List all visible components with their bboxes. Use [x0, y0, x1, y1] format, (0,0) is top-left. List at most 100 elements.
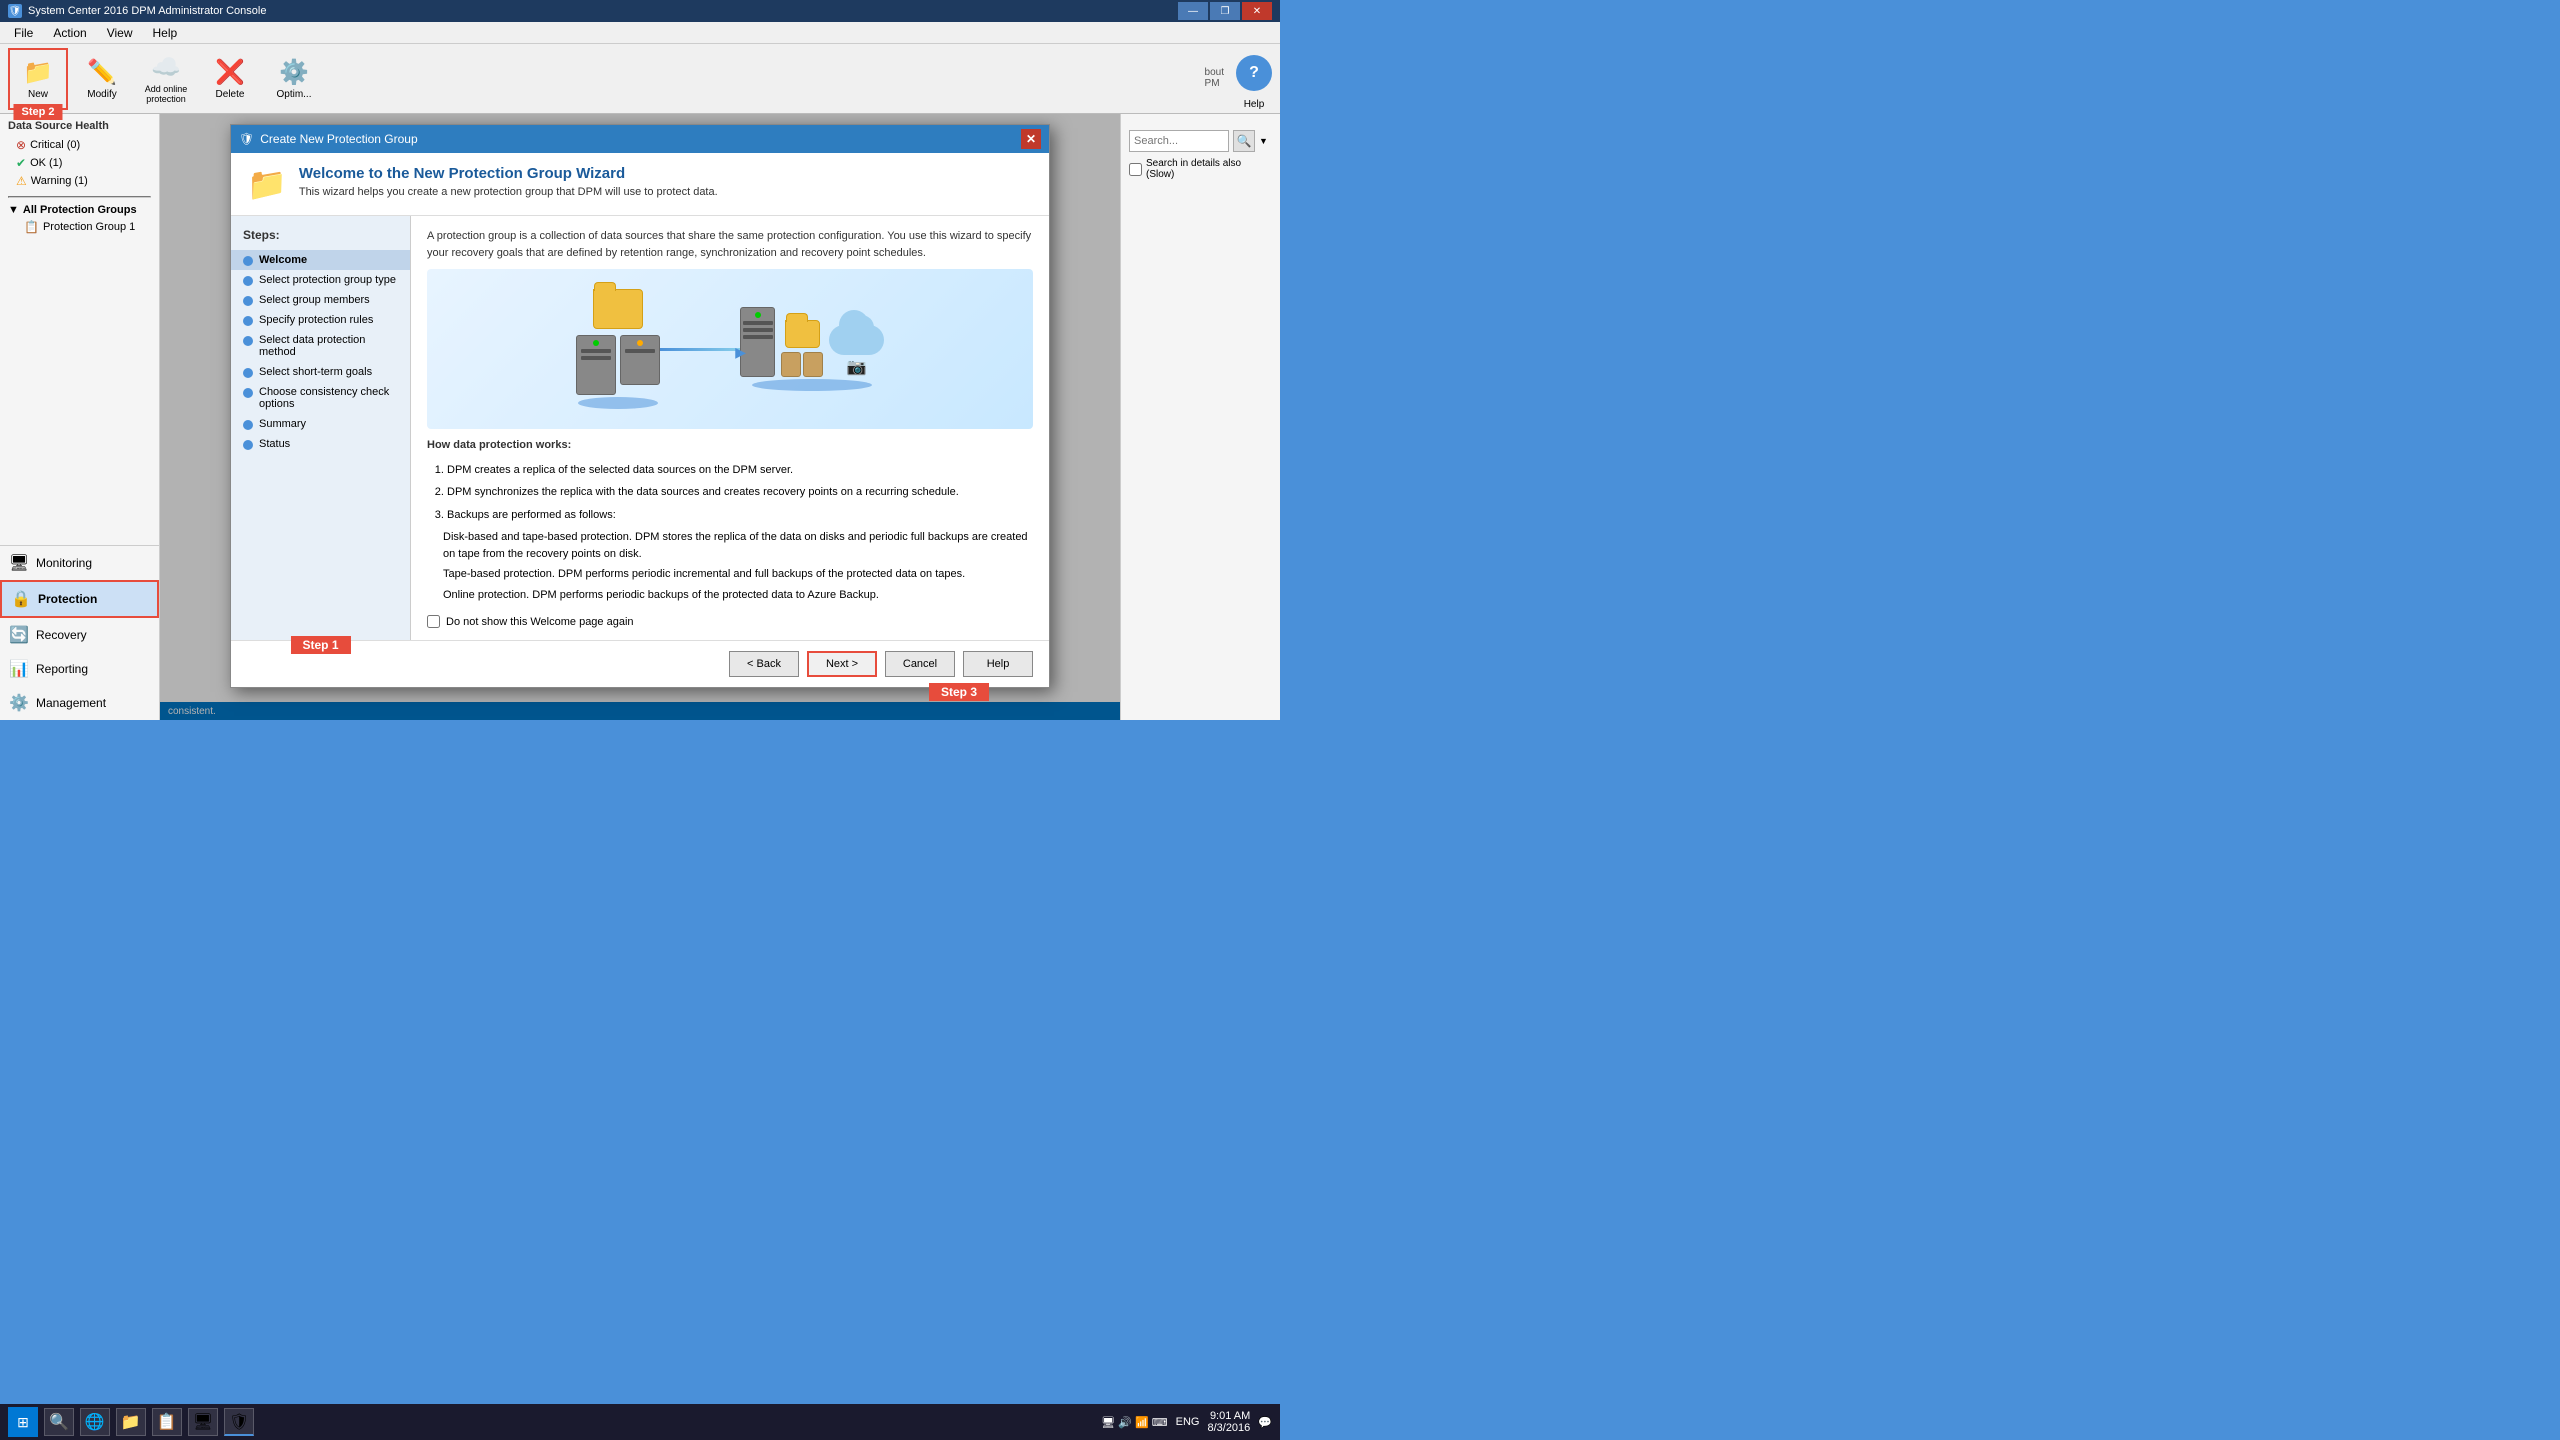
menu-file[interactable]: File: [4, 24, 43, 42]
step-status[interactable]: Status: [231, 434, 410, 454]
next-button[interactable]: Next >: [807, 651, 877, 677]
protection-group-1-item[interactable]: 📋 Protection Group 1: [0, 218, 159, 236]
window-controls: — ❐ ✕: [1178, 2, 1272, 20]
right-panel: 🔍 ▼ Search in details also (Slow): [1120, 114, 1280, 720]
taskbar-lang: ENG: [1176, 1416, 1200, 1428]
dont-show-row: Do not show this Welcome page again: [427, 615, 1033, 628]
step-short-term-goals[interactable]: Select short-term goals: [231, 362, 410, 382]
dont-show-checkbox[interactable]: [427, 615, 440, 628]
step-summary-label: Summary: [259, 418, 306, 430]
warning-item[interactable]: ⚠ Warning (1): [0, 172, 159, 190]
data-source-tree: ⊗ Critical (0) ✔ OK (1) ⚠ Warning (1): [0, 134, 159, 192]
protection-label: Protection: [38, 592, 97, 606]
modal-body: Steps: Welcome Select protection group t…: [231, 216, 1049, 640]
search-details-label[interactable]: Search in details also (Slow): [1146, 158, 1272, 180]
barrel-icons: [781, 352, 823, 377]
how-step-3: Backups are performed as follows:: [447, 507, 1033, 524]
steps-panel: Steps: Welcome Select protection group t…: [231, 216, 411, 640]
maximize-button[interactable]: ❐: [1210, 2, 1240, 20]
taskbar-task-view[interactable]: 📋: [152, 1408, 182, 1436]
taskbar-search[interactable]: 🔍: [44, 1408, 74, 1436]
close-button[interactable]: ✕: [1242, 2, 1272, 20]
back-button[interactable]: < Back: [729, 651, 799, 677]
nav-protection[interactable]: 🔒 Protection: [0, 580, 159, 618]
create-pg-modal: 🛡 Create New Protection Group ✕ 📁 Welcom…: [230, 124, 1050, 688]
how-step-1: DPM creates a replica of the selected da…: [447, 462, 1033, 479]
menu-action[interactable]: Action: [43, 24, 96, 42]
new-label: New: [28, 89, 48, 100]
step-summary[interactable]: Summary: [231, 414, 410, 434]
search-button[interactable]: 🔍: [1233, 130, 1255, 152]
nav-management[interactable]: ⚙️ Management: [0, 686, 159, 720]
nav-recovery[interactable]: 🔄 Recovery: [0, 618, 159, 652]
critical-item[interactable]: ⊗ Critical (0): [0, 136, 159, 154]
all-protection-groups-title[interactable]: ▼ All Protection Groups: [0, 202, 159, 218]
step-protection-rules[interactable]: Specify protection rules: [231, 310, 410, 330]
reporting-label: Reporting: [36, 662, 88, 676]
server-disk-4: [743, 321, 773, 325]
new-button[interactable]: 📁 New Step 2: [8, 48, 68, 110]
step-consistency-check[interactable]: Choose consistency check options: [231, 382, 410, 414]
ok-item[interactable]: ✔ OK (1): [0, 154, 159, 172]
minimize-button[interactable]: —: [1178, 2, 1208, 20]
sidebar: Data Source Health ⊗ Critical (0) ✔ OK (…: [0, 114, 160, 720]
taskbar-ie[interactable]: 🌐: [80, 1408, 110, 1436]
content-panel: A protection group is a collection of da…: [411, 216, 1049, 640]
help-icon-large[interactable]: ?: [1236, 55, 1272, 91]
add-online-button[interactable]: ☁️ Add online protection: [136, 48, 196, 110]
nav-reporting[interactable]: 📊 Reporting: [0, 652, 159, 686]
search-details-checkbox[interactable]: [1129, 163, 1142, 176]
monitoring-icon: 🖥: [10, 554, 28, 572]
taskbar-icons: 🖥 🔊 📶 ⌨: [1101, 1416, 1167, 1429]
taskbar-datetime: 9:01 AM 8/3/2016: [1207, 1410, 1250, 1434]
search-input[interactable]: [1129, 130, 1229, 152]
taskbar-explorer[interactable]: 📁: [116, 1408, 146, 1436]
server-light-1: [593, 340, 599, 346]
menu-bar: File Action View Help: [0, 22, 1280, 44]
server-light-3: [755, 312, 761, 318]
main-window: 🛡 System Center 2016 DPM Administrator C…: [0, 0, 1280, 720]
add-online-label: Add online protection: [141, 84, 191, 104]
step-consistency-label: Choose consistency check options: [259, 386, 398, 410]
pg1-label: Protection Group 1: [43, 221, 135, 233]
help-button[interactable]: Help: [963, 651, 1033, 677]
step-pg-type[interactable]: Select protection group type: [231, 270, 410, 290]
menu-view[interactable]: View: [97, 24, 143, 42]
step-group-members[interactable]: Select group members: [231, 290, 410, 310]
notification-icon[interactable]: 💬: [1258, 1416, 1272, 1429]
taskbar-dpm[interactable]: 🛡: [224, 1408, 254, 1436]
title-bar: 🛡 System Center 2016 DPM Administrator C…: [0, 0, 1280, 22]
search-arrow[interactable]: ▼: [1259, 136, 1268, 146]
nav-monitoring[interactable]: 🖥 Monitoring: [0, 546, 159, 580]
dont-show-label[interactable]: Do not show this Welcome page again: [446, 616, 634, 628]
management-label: Management: [36, 696, 106, 710]
main-panel: consistent. 🛡 Create New Protection Grou…: [160, 114, 1120, 720]
ok-icon: ✔: [16, 156, 26, 170]
step-rules-label: Specify protection rules: [259, 314, 373, 326]
modify-button[interactable]: ✏️ Modify: [72, 48, 132, 110]
delete-label: Delete: [216, 89, 245, 100]
optimize-button[interactable]: ⚙️ Optim...: [264, 48, 324, 110]
critical-icon: ⊗: [16, 138, 26, 152]
cancel-button[interactable]: Cancel: [885, 651, 955, 677]
delete-button[interactable]: ❌ Delete: [200, 48, 260, 110]
modal-overlay: 🛡 Create New Protection Group ✕ 📁 Welcom…: [160, 114, 1120, 720]
step-data-protection-method[interactable]: Select data protection method: [231, 330, 410, 362]
server-disk-5: [743, 328, 773, 332]
illustration: ▶: [427, 269, 1033, 429]
server-light-2: [637, 340, 643, 346]
taskbar-powershell[interactable]: 🖥: [188, 1408, 218, 1436]
folder-left-icon: [593, 289, 643, 329]
modal-close-button[interactable]: ✕: [1021, 129, 1041, 149]
intro-text: A protection group is a collection of da…: [427, 228, 1033, 261]
optimize-icon: ⚙️: [279, 58, 309, 87]
taskbar-date-text: 8/3/2016: [1207, 1422, 1250, 1434]
start-button[interactable]: ⊞: [8, 1407, 38, 1437]
step-welcome[interactable]: Welcome: [231, 250, 410, 270]
taskbar-time-text: 9:01 AM: [1207, 1410, 1250, 1422]
ok-label: OK (1): [30, 157, 62, 169]
warning-label: Warning (1): [31, 175, 88, 187]
step-pgtype-label: Select protection group type: [259, 274, 396, 286]
menu-help[interactable]: Help: [143, 24, 188, 42]
step-bullet-consistency: [243, 388, 253, 398]
